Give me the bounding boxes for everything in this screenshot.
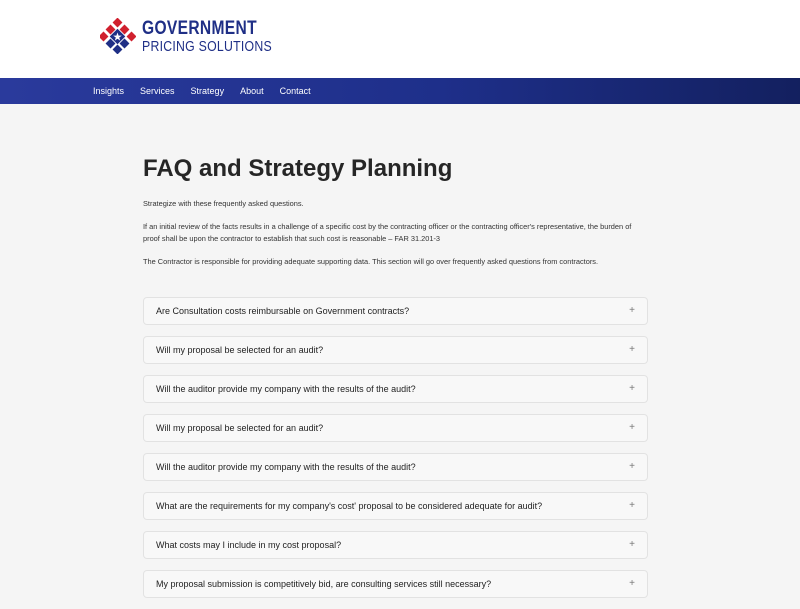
plus-icon[interactable]: + [629,579,635,589]
faq-item[interactable]: What costs may I include in my cost prop… [143,531,648,559]
faq-question: Will my proposal be selected for an audi… [156,423,324,433]
faq-question: What are the requirements for my company… [156,501,543,511]
plus-icon[interactable]: + [629,384,635,394]
plus-icon[interactable]: + [629,462,635,472]
faq-item[interactable]: My proposal submission is competitively … [143,570,648,598]
logo[interactable]: GOVERNMENT PRICING SOLUTIONS [100,18,300,54]
faq-item[interactable]: What are the requirements for my company… [143,492,648,520]
faq-accordion: Are Consultation costs reimbursable on G… [143,297,648,609]
main-content: FAQ and Strategy Planning Strategize wit… [143,155,648,279]
plus-icon[interactable]: + [629,306,635,316]
faq-item[interactable]: Are Consultation costs reimbursable on G… [143,297,648,325]
plus-icon[interactable]: + [629,540,635,550]
faq-question: Will my proposal be selected for an audi… [156,345,324,355]
main-navigation: Insights Services Strategy About Contact [0,78,800,104]
logo-diamond-icon [100,18,136,54]
nav-item-insights[interactable]: Insights [93,86,124,96]
faq-question: Are Consultation costs reimbursable on G… [156,306,410,316]
faq-item[interactable]: Will my proposal be selected for an audi… [143,414,648,442]
faq-question: What costs may I include in my cost prop… [156,540,342,550]
faq-item[interactable]: Will the auditor provide my company with… [143,375,648,403]
nav-item-strategy[interactable]: Strategy [191,86,225,96]
supporting-data-text: The Contractor is responsible for provid… [143,257,599,266]
page-title: FAQ and Strategy Planning [143,155,453,182]
nav-item-contact[interactable]: Contact [280,86,311,96]
logo-line-2: PRICING SOLUTIONS [142,37,272,55]
logo-line-1: GOVERNMENT [142,17,257,39]
nav-item-services[interactable]: Services [140,86,175,96]
nav-item-about[interactable]: About [240,86,264,96]
faq-question: My proposal submission is competitively … [156,579,492,589]
faq-item[interactable]: Will my proposal be selected for an audi… [143,336,648,364]
plus-icon[interactable]: + [629,345,635,355]
intro-text: Strategize with these frequently asked q… [143,199,304,208]
faq-item[interactable]: Will the auditor provide my company with… [143,453,648,481]
faq-question: Will the auditor provide my company with… [156,462,416,472]
site-header: GOVERNMENT PRICING SOLUTIONS [0,0,800,78]
far-quote-text: If an initial review of the facts result… [143,222,632,243]
plus-icon[interactable]: + [629,423,635,433]
faq-question: Will the auditor provide my company with… [156,384,416,394]
plus-icon[interactable]: + [629,501,635,511]
logo-text: GOVERNMENT PRICING SOLUTIONS [142,19,300,54]
